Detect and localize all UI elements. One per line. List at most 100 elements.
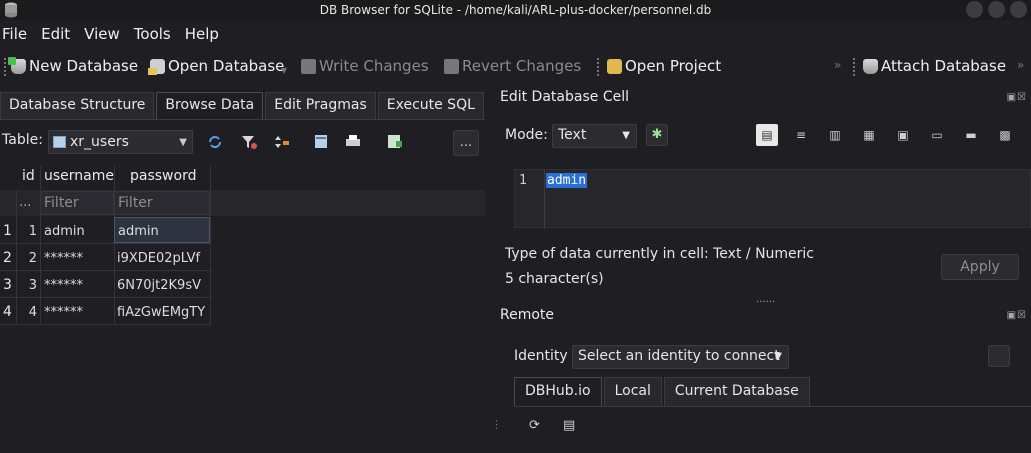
row-header[interactable]: 1 (0, 223, 16, 239)
tab-execute-sql[interactable]: Execute SQL (377, 92, 484, 119)
refresh-icon[interactable] (206, 133, 224, 151)
vertical-splitter-icon[interactable]: ⋮ (491, 418, 502, 431)
cell-id[interactable]: 1 (16, 224, 40, 239)
remote-tabs: DBHub.io Local Current Database (514, 377, 812, 406)
menu-tools[interactable]: Tools (132, 22, 177, 46)
row-header[interactable]: 2 (0, 250, 16, 266)
table-selector-row: Table: (2, 132, 43, 148)
cell-password-selected[interactable]: admin (114, 217, 210, 243)
maximize-button[interactable] (988, 1, 1005, 18)
attach-database-label: Attach Database (881, 57, 1007, 75)
cell-editor-toolbar: ▤ ≡ ▥ ▦ ▣ ▭ ▬ ▩ (756, 124, 1016, 146)
cell-username[interactable]: ****** (41, 251, 83, 266)
close-button[interactable] (1010, 1, 1027, 18)
open-database-button[interactable]: Open Database (148, 57, 285, 75)
menu-view[interactable]: View (82, 22, 126, 46)
tab-database-structure[interactable]: Database Structure (0, 92, 155, 119)
apply-button[interactable]: Apply (941, 254, 1019, 280)
cell-username[interactable]: ****** (41, 305, 83, 320)
toolbar-overflow-icon[interactable]: » (834, 58, 841, 72)
attach-database-icon (863, 58, 878, 74)
more-options-button[interactable]: ... (453, 130, 479, 156)
tab-current-database[interactable]: Current Database (663, 377, 810, 406)
row-header[interactable]: 3 (0, 277, 16, 293)
import-file-icon[interactable]: ▥ (824, 124, 846, 146)
tab-local[interactable]: Local (603, 377, 662, 406)
cell-password[interactable]: fiAzGwEMgTY (114, 305, 205, 320)
open-project-button[interactable]: Open Project (607, 57, 721, 75)
sort-icon[interactable] (273, 133, 291, 151)
toolbar-grip-2[interactable] (597, 58, 601, 76)
chevron-down-icon: ▼ (774, 351, 782, 362)
clone-database-icon[interactable]: ▤ (563, 418, 579, 434)
app-database-icon (5, 2, 17, 18)
tab-edit-pragmas[interactable]: Edit Pragmas (265, 92, 376, 119)
remote-panel (514, 406, 1031, 453)
menu-edit[interactable]: Edit (39, 22, 76, 46)
new-database-button[interactable]: New Database (8, 56, 139, 75)
row-header[interactable]: 4 (0, 304, 16, 320)
column-header-id[interactable]: id (22, 168, 35, 184)
editor-selected-text[interactable]: admin (546, 173, 588, 188)
table-select-value: xr_users (70, 134, 129, 150)
toolbar-grip-3[interactable] (853, 58, 857, 76)
cell-id[interactable]: 3 (16, 278, 40, 293)
cell-id[interactable]: 2 (16, 251, 40, 266)
menu-file[interactable]: File (0, 22, 33, 46)
auto-format-gear-icon[interactable]: ✱ (646, 124, 668, 146)
filter-row-marker: ... (19, 195, 32, 210)
main-toolbar: New Database Open Database ▾ Write Chang… (0, 54, 1031, 80)
export-file-icon[interactable]: ▦ (858, 124, 880, 146)
eval-icon[interactable]: ▬ (960, 124, 982, 146)
table-select[interactable]: xr_users ▼ (48, 130, 193, 154)
refresh-icon[interactable]: ⟳ (529, 418, 545, 434)
identity-select[interactable]: Select an identity to connect ▼ (572, 345, 789, 369)
table-icon (53, 136, 66, 148)
write-changes-label: Write Changes (319, 57, 429, 75)
new-database-icon (8, 56, 26, 74)
revert-changes-button[interactable]: Revert Changes (444, 57, 581, 75)
auto-switch-mode-icon[interactable]: ≡ (790, 124, 812, 146)
column-header-password[interactable]: password (130, 168, 196, 184)
attach-database-button[interactable]: Attach Database (863, 57, 1006, 75)
set-null-icon[interactable]: ▣ (892, 124, 914, 146)
open-project-icon (607, 58, 622, 74)
toolbar-overflow-icon-2[interactable]: » (1017, 58, 1024, 72)
mode-select[interactable]: Text ▼ (552, 124, 637, 148)
cell-username[interactable]: admin (41, 224, 85, 239)
minimize-button[interactable] (966, 1, 983, 18)
main-tabs: Database Structure Browse Data Edit Prag… (0, 92, 486, 119)
dock-splitter[interactable]: ...... (756, 294, 775, 305)
write-changes-button[interactable]: Write Changes (301, 57, 429, 75)
copy-icon[interactable]: ▭ (926, 124, 948, 146)
tab-dbhub[interactable]: DBHub.io (514, 377, 602, 406)
cell-id[interactable]: 4 (16, 305, 40, 320)
remote-dock-float-close-icon[interactable]: ▣☒ (1007, 310, 1027, 321)
filter-username-input[interactable]: Filter (40, 191, 114, 215)
table-label: Table: (2, 132, 43, 148)
dock-float-close-icon[interactable]: ▣☒ (1007, 92, 1027, 103)
manage-identity-icon[interactable] (988, 345, 1010, 367)
insert-record-icon[interactable] (313, 133, 331, 151)
print-icon[interactable] (344, 133, 362, 151)
cell-username[interactable]: ****** (41, 278, 83, 293)
cell-password[interactable]: i9XDE02pLVf (114, 251, 200, 266)
new-database-label: New Database (29, 57, 139, 75)
open-database-dropdown[interactable]: ▾ (281, 63, 287, 77)
write-changes-icon (301, 58, 316, 74)
clear-filters-icon[interactable] (240, 133, 258, 151)
save-results-icon[interactable] (386, 133, 404, 151)
cell-length-info: 5 character(s) (505, 271, 604, 287)
tab-browse-data[interactable]: Browse Data (156, 92, 264, 119)
mode-select-value: Text (558, 127, 587, 143)
open-database-label: Open Database (168, 57, 285, 75)
menu-help[interactable]: Help (183, 22, 225, 46)
cell-text-editor[interactable]: 1 admin (514, 169, 1031, 229)
column-header-username[interactable]: username (44, 168, 114, 184)
open-project-label: Open Project (625, 57, 722, 75)
remote-title: Remote (500, 307, 555, 323)
print-cell-icon[interactable]: ▩ (994, 124, 1016, 146)
filter-password-input[interactable]: Filter (114, 191, 210, 215)
word-wrap-icon[interactable]: ▤ (756, 124, 778, 146)
cell-password[interactable]: 6N70jt2K9sV (114, 278, 201, 293)
